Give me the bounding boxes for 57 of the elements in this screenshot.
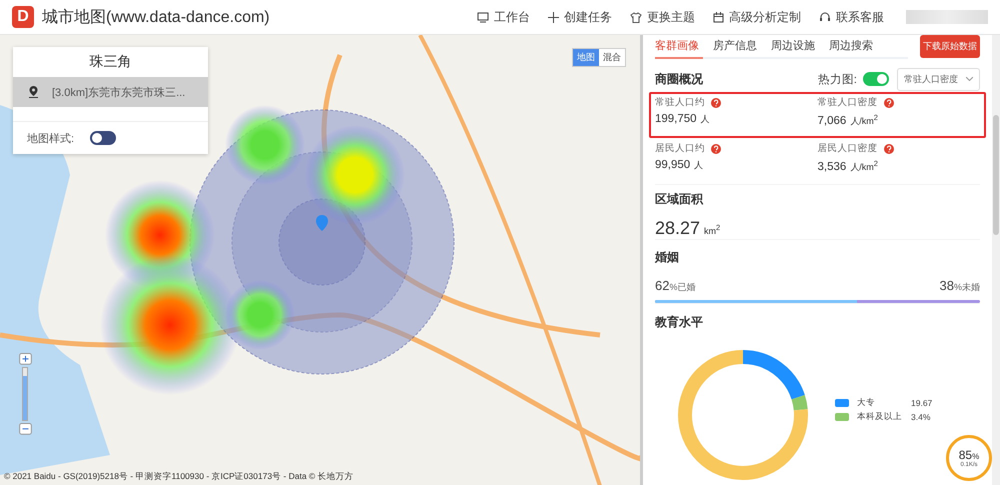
map-style-toggle[interactable]	[90, 131, 116, 145]
married-share: 62%已婚	[655, 278, 696, 294]
map-copyright: © 2021 Baidu - GS(2019)5218号 - 甲测资字1100930 - 京ICP证030173号 - Data © 长地万方	[4, 471, 354, 483]
stat-label: 居民人口约	[655, 142, 705, 156]
stat-value: 99,950 人	[655, 159, 704, 172]
legend-label: 大专	[857, 397, 876, 409]
nav-item[interactable]: 工作台	[477, 8, 530, 26]
download-button[interactable]: 下载原始数据	[920, 35, 980, 58]
location-item[interactable]: [3.0km]东莞市东莞市珠三...	[13, 77, 208, 107]
app-logo: D	[12, 6, 34, 28]
calendar-icon	[713, 12, 724, 22]
map-tile[interactable]: 珠三角 [3.0km]东莞市东莞市珠三... 地图样式: 地图 混合 © 2021 Baidu - GS(2019)5218号 - 甲测资字1100930 - 京ICP证030173号 - Data © 长地万方	[0, 35, 640, 485]
region-title: 珠三角	[88, 52, 132, 71]
scrollbar-thumb[interactable]	[993, 115, 999, 235]
stat-label: 常驻人口约	[655, 96, 705, 110]
section-title: 商圈概况	[655, 70, 703, 88]
headset-icon	[819, 12, 831, 22]
stat-value: 7,066 人/km$^{2}$	[818, 113, 879, 128]
zoom-in-icon[interactable]	[18, 353, 32, 365]
pin-icon	[29, 86, 38, 98]
section-title: 区域面积	[655, 191, 704, 208]
heatmap-toggle[interactable]	[863, 72, 889, 86]
unmarried-share: 38%未婚	[940, 278, 980, 294]
stat-value: 199,750 人	[655, 113, 711, 126]
tab[interactable]: 周边搜索	[829, 34, 877, 59]
heatmap-label: 热力图:	[818, 72, 857, 86]
plus-icon	[548, 12, 559, 22]
stat-value: 3,536 人/km$^{2}$	[818, 159, 879, 174]
nav-item[interactable]: 更换主题	[630, 8, 695, 26]
help-icon[interactable]	[884, 144, 894, 154]
nav-item[interactable]: 联系客服	[819, 8, 884, 26]
help-icon[interactable]	[711, 144, 721, 154]
chevron-down-icon	[966, 77, 973, 81]
help-icon[interactable]	[884, 98, 894, 108]
zoom-out-icon[interactable]	[18, 423, 32, 435]
stat-label: 常驻人口密度	[818, 96, 878, 110]
legend-value: 3.4%	[911, 412, 930, 422]
stat-label: 居民人口密度	[818, 142, 878, 156]
section-title: 婚姻	[655, 249, 680, 266]
legend-value: 19.67	[911, 398, 932, 408]
tab[interactable]: 客群画像	[655, 34, 703, 59]
location-pin-icon	[316, 215, 328, 231]
nav-item[interactable]: 创建任务	[548, 8, 612, 26]
app-title: 城市地图(www.data-dance.com)	[42, 8, 271, 28]
shirt-icon	[630, 12, 642, 22]
map-style-label: 地图样式:	[27, 132, 74, 146]
monitor-icon	[477, 12, 489, 22]
location-label: [3.0km]东莞市东莞市珠三...	[52, 86, 186, 100]
nav-item[interactable]: 高级分析定制	[713, 8, 801, 26]
help-icon[interactable]	[711, 98, 721, 108]
legend-label: 本科及以上	[857, 411, 903, 423]
heatmap-select[interactable]: 常驻人口密度	[897, 68, 980, 90]
area-value: 28.27 km$^{2}$	[655, 218, 722, 240]
zoom-slider[interactable]	[22, 366, 28, 422]
tab[interactable]: 房产信息	[713, 34, 761, 59]
tab[interactable]: 周边设施	[771, 34, 819, 59]
section-title: 教育水平	[655, 314, 704, 331]
